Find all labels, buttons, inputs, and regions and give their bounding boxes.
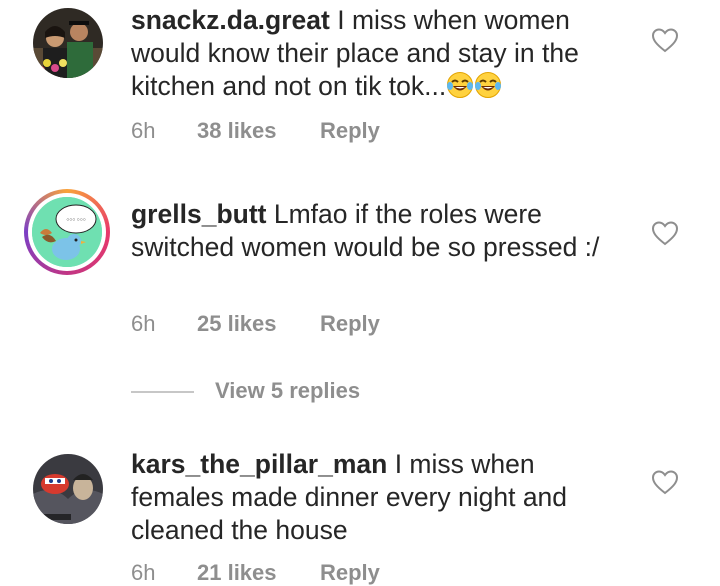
comment-time: 6h — [131, 311, 156, 336]
avatar-photo: ○○○ ○○○ — [32, 197, 102, 267]
like-heart-icon[interactable] — [651, 27, 679, 53]
comment-text: snackz.da.great I miss when women would … — [131, 4, 631, 103]
tears-of-joy-emoji-icon — [447, 72, 474, 98]
comment-likes[interactable]: 21 likes — [197, 560, 277, 586]
replies-divider — [131, 391, 194, 393]
svg-text:○○○ ○○○: ○○○ ○○○ — [66, 217, 86, 223]
view-replies-button[interactable]: View 5 replies — [131, 378, 431, 408]
comment-text: kars_the_pillar_man I miss when females … — [131, 448, 631, 547]
comment-username[interactable]: snackz.da.great — [131, 5, 330, 35]
comment-username[interactable]: grells_butt — [131, 199, 266, 229]
like-heart-icon[interactable] — [651, 469, 679, 495]
like-heart-icon[interactable] — [651, 220, 679, 246]
comment-time: 6h — [131, 560, 156, 585]
reply-button[interactable]: Reply — [320, 560, 380, 586]
avatar[interactable] — [33, 8, 103, 78]
reply-button[interactable]: Reply — [320, 311, 380, 337]
tears-of-joy-emoji-icon — [475, 72, 502, 98]
comment-likes[interactable]: 38 likes — [197, 118, 277, 144]
comment-text: grells_butt Lmfao if the roles were swit… — [131, 198, 631, 264]
avatar[interactable]: ○○○ ○○○ — [24, 189, 110, 275]
avatar-photo — [33, 454, 103, 524]
comment-likes[interactable]: 25 likes — [197, 311, 277, 337]
avatar[interactable] — [33, 454, 103, 524]
comment-username[interactable]: kars_the_pillar_man — [131, 449, 387, 479]
view-replies-label[interactable]: View 5 replies — [215, 378, 360, 404]
comment-time: 6h — [131, 118, 156, 143]
avatar-photo — [33, 8, 103, 78]
reply-button[interactable]: Reply — [320, 118, 380, 144]
